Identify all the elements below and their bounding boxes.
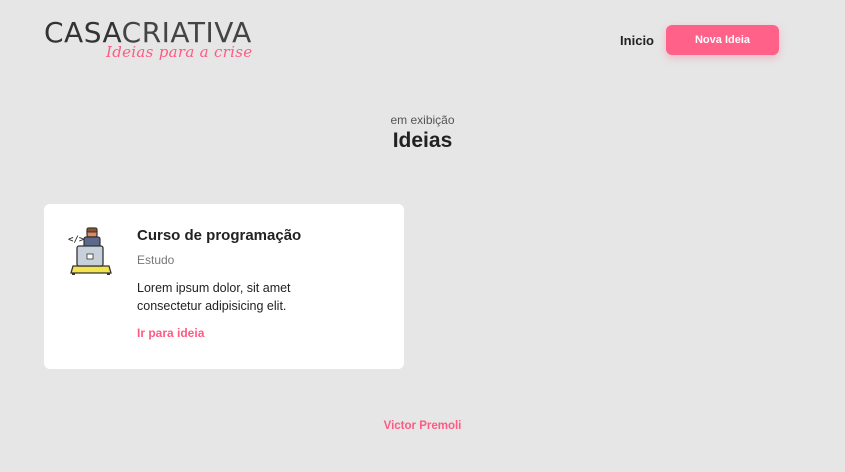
logo[interactable]: CASACRIATIVA Ideias para a crise bbox=[44, 16, 274, 64]
footer-author: Victor Premoli bbox=[383, 420, 462, 432]
section-heading: em exibição Ideias bbox=[0, 113, 845, 153]
idea-card: </> Curso de programação Estudo Lorem ip… bbox=[44, 204, 404, 369]
page: CASACRIATIVA Ideias para a crise Inicio … bbox=[0, 0, 845, 472]
idea-description: Lorem ipsum dolor, sit amet consectetur … bbox=[137, 281, 291, 313]
logo-tagline: Ideias para a crise bbox=[106, 43, 253, 61]
footer: Victor Premoli bbox=[0, 416, 845, 434]
new-idea-button[interactable]: Nova Ideia bbox=[666, 25, 779, 55]
svg-text:</>: </> bbox=[68, 235, 85, 245]
idea-title: Curso de programação bbox=[137, 227, 302, 244]
idea-card-body: Curso de programação Estudo Lorem ipsum … bbox=[137, 227, 357, 340]
nav-home-link[interactable]: Inicio bbox=[620, 33, 654, 48]
programmer-icon: </> bbox=[67, 226, 115, 276]
idea-category: Estudo bbox=[137, 253, 175, 267]
section-subtitle: em exibição bbox=[390, 113, 455, 127]
top-nav: Inicio Nova Ideia bbox=[620, 25, 779, 55]
section-title: Ideias bbox=[392, 129, 453, 152]
go-to-idea-link[interactable]: Ir para ideia bbox=[137, 326, 357, 340]
